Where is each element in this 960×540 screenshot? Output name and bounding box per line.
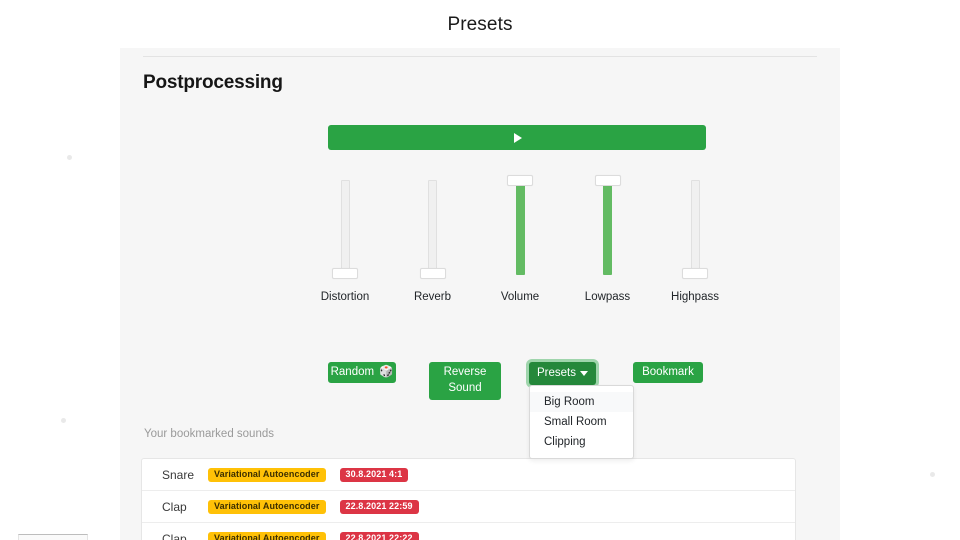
- slider-label: Highpass: [671, 291, 719, 303]
- slider-thumb[interactable]: [594, 175, 621, 186]
- slider-track[interactable]: [419, 180, 446, 279]
- screen-root: Presets Postprocessing Distortion Reverb V…: [0, 0, 960, 540]
- reverse-sound-label-line1: Reverse: [443, 366, 487, 379]
- slider-label: Distortion: [320, 291, 370, 303]
- bookmark-row[interactable]: Snare Variational Autoencoder 30.8.2021 4:…: [142, 459, 795, 491]
- slider-thumb[interactable]: [682, 268, 708, 279]
- timestamp-badge: 30.8.2021 4:1: [339, 467, 409, 482]
- model-badge: Variational Autoencoder: [208, 467, 326, 482]
- random-button[interactable]: Random 🎲: [328, 362, 396, 383]
- random-button-label: Random: [330, 366, 375, 379]
- page-title: Presets: [447, 14, 513, 35]
- timestamp-badge: 22.8.2021 22:59: [339, 499, 419, 514]
- slider-lowpass[interactable]: Lowpass: [573, 175, 643, 303]
- slider-highpass[interactable]: Highpass: [660, 180, 730, 303]
- slider-thumb[interactable]: [507, 175, 533, 186]
- page-edge-artifact: [18, 534, 88, 540]
- presets-button-label: Presets: [537, 367, 576, 380]
- slider-track[interactable]: [594, 175, 621, 275]
- background-speck: [930, 472, 935, 477]
- section-title: Postprocessing: [143, 72, 283, 93]
- presets-menu-item-small-room[interactable]: Small Room: [530, 412, 633, 432]
- slider-reverb[interactable]: Reverb: [398, 180, 468, 303]
- presets-menu-item-big-room[interactable]: Big Room: [530, 392, 633, 412]
- postprocessing-panel: Postprocessing Distortion Reverb Volume Low…: [120, 48, 840, 540]
- reverse-sound-button[interactable]: Reverse Sound: [429, 362, 501, 400]
- play-triangle-icon: [514, 132, 522, 143]
- slider-thumb[interactable]: [332, 268, 358, 279]
- bookmark-row[interactable]: Clap Variational Autoencoder 22.8.2021 22:…: [142, 491, 795, 523]
- chevron-down-icon: [580, 371, 588, 376]
- reverse-sound-label-line2: Sound: [448, 382, 482, 394]
- slider-track[interactable]: [682, 180, 708, 279]
- slider-volume[interactable]: Volume: [485, 175, 555, 303]
- slider-distortion[interactable]: Distortion: [310, 180, 380, 303]
- slider-track[interactable]: [507, 175, 533, 275]
- bookmark-name: Snare: [162, 467, 195, 482]
- bookmark-button[interactable]: Bookmark: [633, 362, 703, 383]
- slider-label: Reverb: [413, 291, 452, 303]
- slider-thumb[interactable]: [419, 268, 446, 279]
- slider-label: Lowpass: [584, 291, 631, 303]
- background-speck: [67, 155, 72, 160]
- model-badge: Variational Autoencoder: [208, 499, 326, 514]
- bookmark-button-label: Bookmark: [642, 366, 694, 379]
- bookmark-row[interactable]: Clap Variational Autoencoder 22.8.2021 22:…: [142, 523, 795, 540]
- panel-divider: [143, 56, 817, 57]
- background-speck: [61, 418, 66, 423]
- slider-track[interactable]: [332, 180, 358, 279]
- presets-menu-item-clipping[interactable]: Clipping: [530, 432, 633, 452]
- die-icon: 🎲: [379, 366, 394, 379]
- bookmarks-caption: Your bookmarked sounds: [144, 428, 274, 440]
- bookmarked-sounds-table: Snare Variational Autoencoder 30.8.2021 4:…: [141, 458, 796, 540]
- slider-fill: [515, 182, 525, 275]
- model-badge: Variational Autoencoder: [208, 532, 326, 540]
- bookmark-name: Clap: [162, 532, 187, 540]
- slider-label: Volume: [500, 291, 540, 303]
- slider-rack: Distortion Reverb Volume Lowpass Highpass: [310, 175, 730, 370]
- presets-dropdown-menu[interactable]: Big Room Small Room Clipping: [529, 385, 634, 459]
- timestamp-badge: 22.8.2021 22:22: [339, 532, 419, 540]
- play-button[interactable]: [328, 125, 706, 150]
- slider-fill: [603, 182, 612, 275]
- bookmark-name: Clap: [162, 499, 187, 514]
- presets-dropdown-button[interactable]: Presets: [529, 362, 596, 385]
